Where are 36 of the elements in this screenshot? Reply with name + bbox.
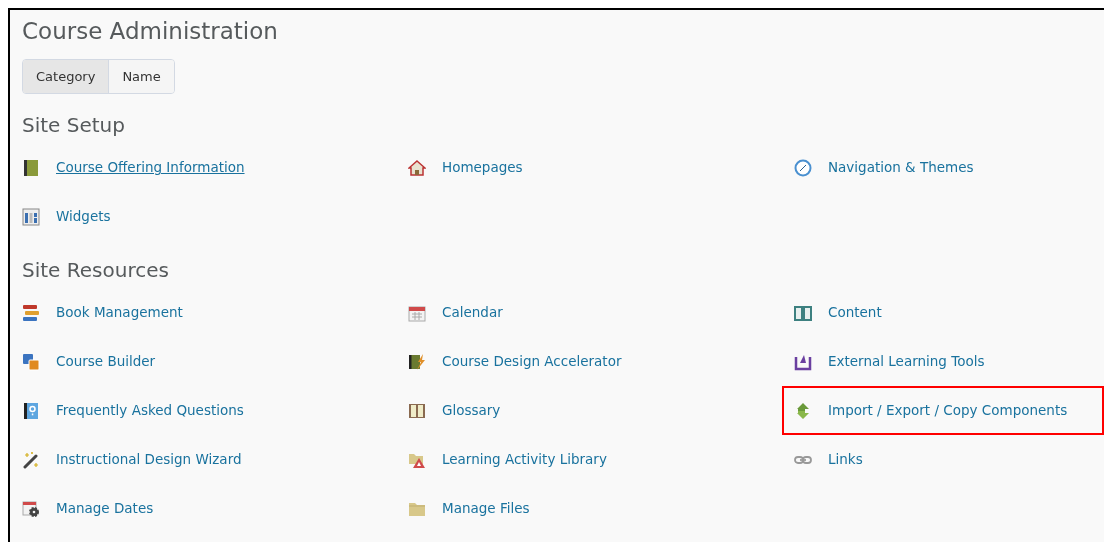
tool-link[interactable]: Navigation & Themes (828, 157, 974, 178)
tool-link[interactable]: Course Design Accelerator (442, 351, 622, 372)
tool-link[interactable]: Instructional Design Wizard (56, 449, 242, 470)
tool-link[interactable]: Calendar (442, 302, 503, 323)
view-toggle-tab[interactable]: Category (23, 60, 109, 93)
widget-grid-icon (22, 207, 40, 226)
page-title: Course Administration (21, 17, 279, 46)
tool-link[interactable]: Homepages (442, 157, 523, 178)
book-icon (408, 401, 426, 420)
tool-link[interactable]: Book Management (56, 302, 183, 323)
house-icon (408, 158, 426, 177)
section-heading: Site Setup (21, 112, 126, 139)
question-book-icon (22, 401, 40, 420)
tool-link[interactable]: Content (828, 302, 882, 323)
tool-link[interactable]: Import / Export / Copy Components (828, 400, 1068, 421)
tool-link[interactable]: Widgets (56, 206, 111, 227)
book-icon (22, 158, 40, 177)
stacked-squares-icon (22, 352, 40, 371)
tool-link[interactable]: Course Offering Information (56, 157, 245, 178)
view-toggle-tab[interactable]: Name (108, 60, 174, 93)
tool-link[interactable]: Links (828, 449, 863, 470)
compass-icon (794, 158, 812, 177)
tool-link[interactable]: Manage Dates (56, 498, 154, 519)
tool-link[interactable]: Learning Activity Library (442, 449, 607, 470)
section-heading: Site Resources (21, 257, 170, 284)
tool-link[interactable]: Glossary (442, 400, 501, 421)
tool-link[interactable]: Frequently Asked Questions (56, 400, 244, 421)
book-lightning-icon (408, 352, 426, 371)
tool-link[interactable]: Manage Files (442, 498, 530, 519)
open-book-icon (794, 303, 812, 322)
calendar-gear-icon (22, 499, 40, 518)
calendar-icon (408, 303, 426, 322)
books-icon (22, 303, 40, 322)
tool-link[interactable]: External Learning Tools (828, 351, 985, 372)
tool-link[interactable]: Course Builder (56, 351, 156, 372)
magic-wand-icon (22, 450, 40, 469)
